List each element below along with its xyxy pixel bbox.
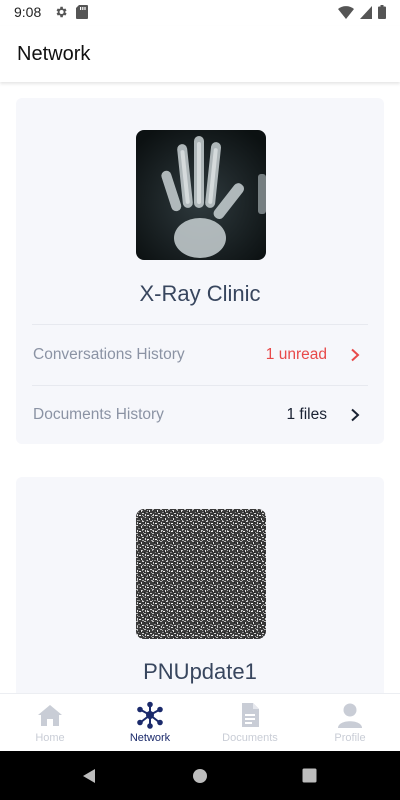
files-count: 1 files <box>286 406 328 423</box>
system-navigation-bar <box>0 751 400 800</box>
status-time: 9:08 <box>14 4 42 20</box>
wifi-icon <box>338 6 354 19</box>
bottom-nav: Home Network Documents Profile <box>0 693 400 751</box>
network-icon <box>137 701 163 729</box>
back-icon[interactable] <box>81 768 97 784</box>
page-title: Network <box>17 43 91 65</box>
clinic-name: X-Ray Clinic <box>139 281 261 306</box>
nav-item-documents[interactable]: Documents <box>200 694 300 752</box>
nav-item-network[interactable]: Network <box>100 694 200 752</box>
nav-label: Network <box>129 732 171 744</box>
document-icon <box>242 703 259 727</box>
status-bar: 9:08 <box>0 0 400 26</box>
clinic-image <box>136 509 266 639</box>
row-label: Conversations History <box>33 346 185 363</box>
chevron-right-icon <box>351 348 360 362</box>
documents-history-row[interactable]: Documents History 1 files <box>16 386 384 446</box>
xray-hand-image <box>136 130 266 260</box>
nav-label: Home <box>35 732 65 744</box>
recents-icon[interactable] <box>302 768 317 783</box>
app-bar: Network <box>0 26 400 82</box>
noise-texture-image <box>136 509 266 639</box>
nav-item-profile[interactable]: Profile <box>300 694 400 752</box>
home-circle-icon[interactable] <box>192 768 208 784</box>
nav-label: Documents <box>222 732 278 744</box>
clinic-name: PNUpdate1 <box>143 659 257 684</box>
row-label: Documents History <box>33 406 164 423</box>
clinic-image <box>136 130 266 260</box>
divider <box>32 324 368 325</box>
nav-item-home[interactable]: Home <box>0 694 100 752</box>
chevron-right-icon <box>351 408 360 422</box>
network-card[interactable]: X-Ray Clinic Conversations History 1 unr… <box>16 98 384 444</box>
unread-count: 1 unread <box>265 346 327 363</box>
network-list[interactable]: X-Ray Clinic Conversations History 1 unr… <box>0 82 400 693</box>
settings-icon <box>56 6 67 18</box>
sd-card-icon <box>76 5 88 19</box>
signal-icon <box>360 6 372 19</box>
home-icon <box>38 705 62 726</box>
network-card[interactable]: PNUpdate1 <box>16 477 384 693</box>
profile-icon <box>338 703 362 728</box>
battery-icon <box>378 5 386 19</box>
conversations-history-row[interactable]: Conversations History 1 unread <box>16 326 384 386</box>
nav-label: Profile <box>334 732 366 744</box>
